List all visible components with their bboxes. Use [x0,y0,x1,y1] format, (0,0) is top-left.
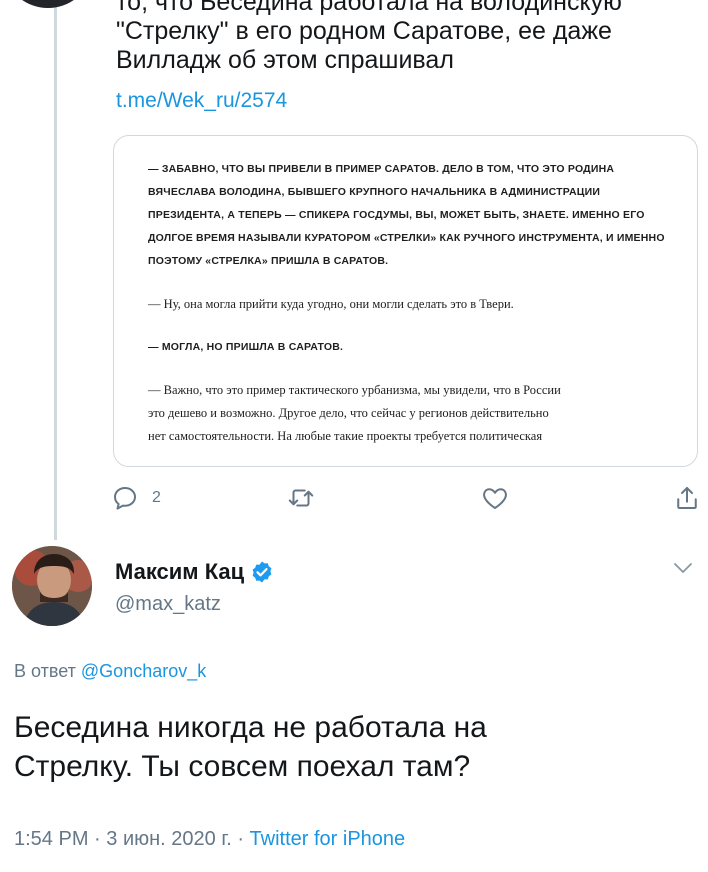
verified-badge-icon [252,561,272,583]
parent-avatar[interactable] [8,0,88,8]
thread-connector-line [54,0,57,540]
author-avatar[interactable] [12,546,92,626]
avatar-photo [12,546,92,626]
chevron-down-icon[interactable] [672,560,694,576]
share-button[interactable] [672,480,702,516]
heart-icon [483,488,507,509]
tweet-source-link[interactable]: Twitter for iPhone [250,828,406,850]
reply-count: 2 [152,489,161,506]
tweet-date[interactable]: 3 июн. 2020 г. [106,828,231,850]
quote-question-1: — Забавно, что вы привели в пример Сарат… [148,163,665,267]
reply-mention-link[interactable]: @Goncharov_k [81,661,206,681]
tweet-metadata: 1:54 PM · 3 июн. 2020 г. · Twitter for i… [14,828,405,851]
reply-context: В ответ @Goncharov_k [14,661,206,682]
author-name[interactable]: Максим Кац [115,559,274,585]
parent-tweet-actions: 2 [110,480,700,516]
parent-tweet-link[interactable]: t.me/Wek_ru/2574 [116,89,287,113]
reply-button[interactable]: 2 [110,480,161,516]
reply-tweet-text: Беседина никогда не работала на Стрелку.… [14,708,694,786]
meta-separator: · [237,828,244,850]
quoted-image-card[interactable]: — Забавно, что вы привели в пример Сарат… [113,135,698,467]
quote-fade [114,452,697,466]
meta-separator: · [94,828,101,850]
tweet-time[interactable]: 1:54 PM [14,828,88,850]
share-icon [677,487,697,509]
quote-answer-line: нет самостоятельности. На любые такие пр… [148,429,543,443]
quote-answer-line: — Важно, что это пример тактического урб… [148,383,561,397]
reply-tweet-line: Стрелку. Ты совсем поехал там? [14,750,471,783]
reply-tweet-line: Беседина никогда не работала на [14,711,487,744]
retweet-button[interactable] [286,480,316,516]
parent-tweet-text: то, что Беседина работала на володинскую… [116,0,676,75]
parent-tweet-line: "Стрелку" в его родном Саратове, ее даже [116,17,612,45]
quote-answer-line: это дешево и возможно. Другое дело, что … [148,406,549,420]
quoted-article-excerpt: — Забавно, что вы привели в пример Сарат… [148,158,668,448]
like-button[interactable] [480,480,510,516]
quote-answer-2: — Важно, что это пример тактического урб… [148,379,668,448]
reply-icon [114,487,136,510]
parent-tweet-line: Вилладж об этом спрашивал [116,46,454,74]
reply-prefix: В ответ [14,661,76,681]
quote-question-2: — Могла, но пришла в Саратов. [148,341,344,353]
parent-tweet-line: то, что Беседина работала на володинскую [116,0,622,16]
author-name-text: Максим Кац [115,559,245,584]
author-handle[interactable]: @max_katz [115,593,221,616]
quote-answer-1: — Ну, она могла прийти куда угодно, они … [148,297,514,311]
retweet-icon [288,489,314,507]
